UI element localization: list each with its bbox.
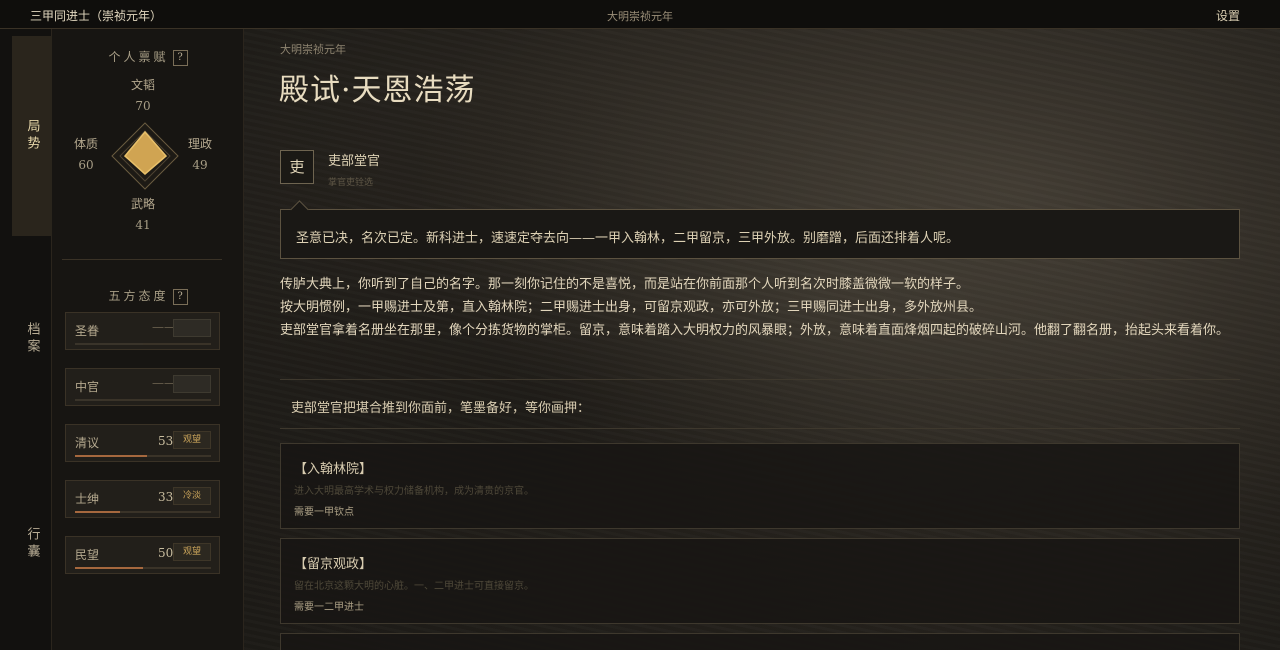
- divider: [280, 428, 1240, 429]
- attitude-tag: 观望: [173, 431, 211, 449]
- attitude-lock-icon: [173, 319, 211, 337]
- attitude-title-text: 五方态度: [108, 289, 169, 303]
- choice-option[interactable]: 【入翰林院】 进入大明最高学术与权力储备机构，成为清贵的京官。 需要一甲钦点: [280, 443, 1240, 529]
- nav-item-label: 局势: [24, 119, 40, 153]
- attitude-name: 清议: [75, 436, 100, 450]
- section-divider: [62, 259, 222, 260]
- attitude-name: 士绅: [75, 492, 100, 506]
- attitude-bar-fill: [75, 567, 143, 569]
- attitude-bar-track: [75, 343, 211, 345]
- choice-title: 【留京观政】: [294, 557, 373, 572]
- attitude-bar-track: [75, 567, 211, 569]
- attitude-card-zhongguan[interactable]: 中官 ——: [65, 368, 220, 406]
- choice-title: 【入翰林院】: [294, 462, 373, 477]
- choice-description: 留在北京这颗大明的心脏。一、二甲进士可直接留京。: [294, 581, 534, 592]
- attitude-card-shishen[interactable]: 士绅 33 冷淡: [65, 480, 220, 518]
- choice-option[interactable]: 【留京观政】 留在北京这颗大明的心脏。一、二甲进士可直接留京。 需要一二甲进士: [280, 538, 1240, 624]
- attitude-bar-track: [75, 399, 211, 401]
- attitude-value: 33: [158, 490, 174, 504]
- talent-help-icon[interactable]: ?: [172, 49, 188, 66]
- stat-label-lizheng: 理政: [187, 137, 212, 151]
- nav-item-inventory[interactable]: 行囊: [12, 504, 52, 584]
- divider: [280, 379, 1240, 380]
- stat-label-wenhan: 文韬: [130, 78, 155, 92]
- attitude-card-minwang[interactable]: 民望 50 观望: [65, 536, 220, 574]
- attitude-tag: 冷淡: [173, 487, 211, 505]
- attitude-bar-track: [75, 455, 211, 457]
- attitude-bar-fill: [75, 455, 148, 457]
- narration-paragraph: 传胪大典上，你听到了自己的名字。那一刻你记住的不是喜悦，而是站在你前面那个人听到…: [280, 277, 970, 292]
- dialogue-text: 圣意已决，名次已定。新科进士，速速定夺去向——一甲入翰林，二甲留京，三甲外放。别…: [296, 231, 960, 246]
- npc-role: 掌官吏铨选: [328, 178, 374, 188]
- narration-paragraph: 按大明惯例，一甲赐进士及第，直入翰林院；二甲赐进士出身，可留京观政，亦可外放；三…: [280, 300, 983, 315]
- nav-item-label: 档案: [24, 322, 40, 356]
- choice-requirement: 需要一二甲进士: [294, 602, 364, 613]
- attitude-bar-track: [75, 511, 211, 513]
- nav-item-archive[interactable]: 档案: [12, 299, 52, 379]
- attitude-tag: 观望: [173, 543, 211, 561]
- attitude-name: 民望: [75, 548, 100, 562]
- attitude-name: 圣眷: [75, 324, 100, 338]
- stat-value-lizheng: 49: [192, 158, 208, 172]
- attitude-bar-fill: [75, 343, 143, 345]
- stat-value-tizhi: 60: [78, 158, 94, 172]
- bubble-tail: [290, 200, 309, 219]
- talent-section-title: 个人禀赋?: [52, 48, 244, 66]
- nav-item-label: 行囊: [24, 527, 40, 561]
- status-panel: 个人禀赋? 文韬 70 体质 60 理政 49 武略 41 五方态度? 圣眷 —…: [52, 29, 244, 650]
- narration-paragraph: 吏部堂官拿着名册坐在那里，像个分拣货物的掌柜。留京，意味着踏入大明权力的风暴眼；…: [280, 323, 1230, 338]
- attitude-value: 53: [158, 434, 174, 448]
- settings-button[interactable]: 设置: [1216, 7, 1240, 24]
- attitude-section-title: 五方态度?: [52, 287, 244, 305]
- breadcrumb: 大明崇祯元年: [280, 43, 346, 56]
- attitude-name: 中官: [75, 380, 100, 394]
- choice-requirement: 需要一甲钦点: [294, 507, 354, 518]
- top-bar: 三甲同进士（崇祯元年） 大明崇祯元年 设置: [0, 0, 1280, 29]
- choice-prompt: 吏部堂官把堪合推到你面前，笔墨备好，等你画押：: [291, 401, 591, 416]
- choice-option-partial[interactable]: [280, 633, 1240, 650]
- scene-panel: 大明崇祯元年 殿试·天恩浩荡 吏 吏部堂官 掌官吏铨选 圣意已决，名次已定。新科…: [244, 29, 1280, 650]
- choice-description: 进入大明最高学术与权力储备机构，成为清贵的京官。: [294, 486, 534, 497]
- stat-label-wulue: 武略: [130, 197, 155, 211]
- talent-radar-icon: [111, 122, 179, 190]
- talent-title-text: 个人禀赋: [108, 50, 169, 64]
- attitude-card-qingyi[interactable]: 清议 53 观望: [65, 424, 220, 462]
- stat-value-wulue: 41: [135, 218, 151, 232]
- side-nav: 局势 档案 行囊: [0, 29, 55, 650]
- era-label: 大明崇祯元年: [607, 10, 673, 23]
- attitude-bar-fill: [75, 399, 103, 401]
- dialogue-bubble: 圣意已决，名次已定。新科进士，速速定夺去向——一甲入翰林，二甲留京，三甲外放。别…: [280, 200, 1240, 259]
- attitude-bar-fill: [75, 511, 120, 513]
- npc-name: 吏部堂官: [328, 154, 381, 169]
- stat-value-wenhan: 70: [135, 99, 151, 113]
- attitude-card-shengjuan[interactable]: 圣眷 ——: [65, 312, 220, 350]
- nav-item-situation[interactable]: 局势: [12, 36, 55, 236]
- attitude-help-icon[interactable]: ?: [172, 288, 188, 305]
- attitude-value: 50: [158, 546, 174, 560]
- npc-avatar: 吏: [280, 150, 314, 184]
- scene-title: 殿试·天恩浩荡: [279, 73, 476, 108]
- attitude-lock-icon: [173, 375, 211, 393]
- stat-label-tizhi: 体质: [73, 137, 98, 151]
